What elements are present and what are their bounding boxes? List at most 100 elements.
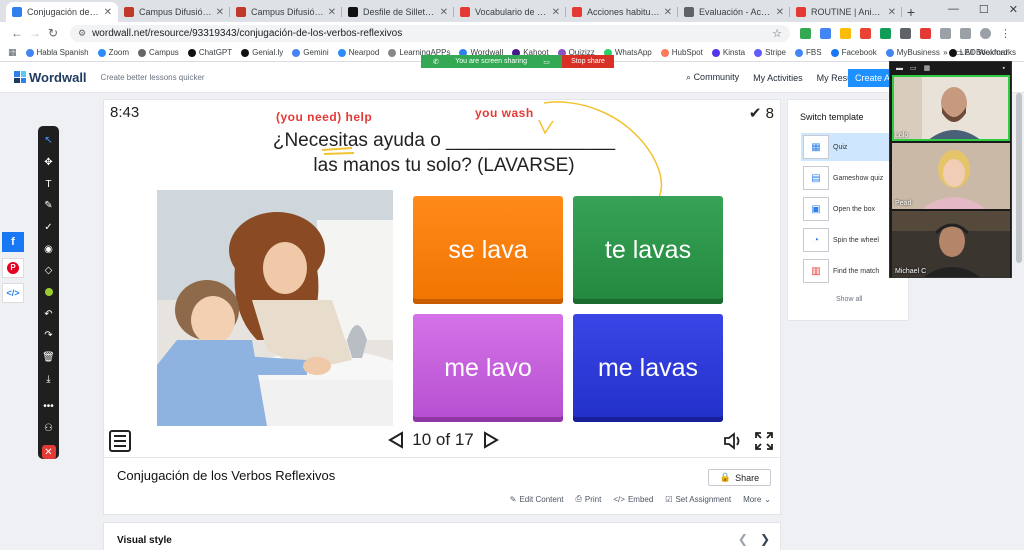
embed-link[interactable]: </> Embed <box>613 494 653 504</box>
close-icon[interactable]: ✕ <box>1009 3 1018 16</box>
browser-tab[interactable]: Campus Difusión | Cours ✕ <box>230 2 342 22</box>
redo-icon[interactable]: ↷ <box>40 325 57 347</box>
extension-icon[interactable] <box>820 27 831 39</box>
fullscreen-button[interactable] <box>754 431 774 454</box>
chevron-right-icon[interactable]: ❯ <box>760 532 770 546</box>
profile-avatar[interactable] <box>980 27 991 39</box>
browser-tab[interactable]: Campus Difusión | Cours ✕ <box>118 2 230 22</box>
answer-option-3[interactable]: me lavo <box>413 314 563 422</box>
bookmark-item[interactable]: MyBusiness <box>885 48 940 57</box>
browser-tab[interactable]: Desfile de Silleteros: Lo M ✕ <box>342 2 454 22</box>
bookmark-star-icon[interactable]: ☆ <box>772 27 782 40</box>
close-tab-icon[interactable]: ✕ <box>104 7 112 18</box>
bookmark-item[interactable]: Genial.ly <box>241 48 283 57</box>
new-tab-button[interactable]: + <box>902 2 920 22</box>
page-scrollbar[interactable] <box>1016 93 1022 550</box>
bookmark-item[interactable]: Stripe <box>754 48 786 57</box>
close-toolbar-icon[interactable]: ✕ <box>41 445 56 459</box>
drive-extension-icon[interactable] <box>800 27 811 39</box>
edit-content-link[interactable]: ✎ Edit Content <box>510 494 564 504</box>
extension-icon[interactable] <box>860 27 871 39</box>
close-tab-icon[interactable]: ✕ <box>888 7 896 18</box>
color-picker-icon[interactable] <box>40 282 57 304</box>
share-button[interactable]: 🔒 Share <box>708 469 771 486</box>
bookmark-item[interactable]: Facebook <box>830 48 877 57</box>
move-tool-icon[interactable]: ✥ <box>40 152 57 174</box>
close-tab-icon[interactable]: ✕ <box>440 7 448 18</box>
user-tool-icon[interactable]: ⚇ <box>40 418 57 440</box>
close-tab-icon[interactable]: ✕ <box>328 7 336 18</box>
eraser-tool-icon[interactable]: ◇ <box>40 260 57 282</box>
bookmark-item[interactable]: Nearpod <box>337 48 379 57</box>
bookmark-item[interactable]: ChatGPT <box>187 48 232 57</box>
show-all-link[interactable]: Show all <box>836 296 862 303</box>
previous-question-button[interactable] <box>387 431 404 449</box>
check-tool-icon[interactable]: ✓ <box>40 217 57 239</box>
bookmark-item[interactable]: Habla Spanish <box>25 48 89 57</box>
browser-tab[interactable]: Acciones habituales con M ✕ <box>566 2 678 22</box>
browser-tab[interactable]: Vocabulario de las accione ✕ <box>454 2 566 22</box>
close-tab-icon[interactable]: ✕ <box>552 7 560 18</box>
minimize-icon[interactable]: — <box>948 3 959 16</box>
browser-menu-icon[interactable]: ⋮ <box>1000 27 1011 40</box>
delete-tool-icon[interactable]: 🗑 <box>40 347 57 369</box>
grid-view-icon[interactable]: ▦ <box>924 64 931 72</box>
scrollbar-thumb[interactable] <box>1016 93 1022 263</box>
undo-icon[interactable]: ↶ <box>40 303 57 325</box>
more-tools-icon[interactable]: ••• <box>40 396 57 418</box>
participant-tile[interactable]: Michael C <box>892 211 1010 277</box>
participant-tile[interactable]: Pearl <box>892 143 1010 209</box>
extension-icon[interactable] <box>880 27 891 39</box>
all-bookmarks-folder[interactable]: ▭ All Bookmarks <box>956 48 1016 57</box>
apps-grid-icon[interactable]: ▦ <box>8 47 17 58</box>
puzzle-icon[interactable] <box>900 27 911 39</box>
answer-option-1[interactable]: se lava <box>413 196 563 304</box>
pointer-tool-icon[interactable]: ↖ <box>40 130 57 152</box>
bookmark-item[interactable]: HubSpot <box>660 48 703 57</box>
nav-community[interactable]: ⌕ Community <box>686 72 739 83</box>
browser-tab[interactable]: ROUTINE | Animation sho ✕ <box>790 2 902 22</box>
bookmark-item[interactable]: Kinsta <box>711 48 745 57</box>
spotlight-tool-icon[interactable]: ◉ <box>40 238 57 260</box>
facebook-share-button[interactable]: f <box>2 232 24 252</box>
pen-tool-icon[interactable]: ✎ <box>40 195 57 217</box>
screen-icon[interactable]: ▭ <box>543 58 550 66</box>
browser-tab[interactable]: Evaluación - Acciones habi ✕ <box>678 2 790 22</box>
url-input[interactable]: ⚙ wordwall.net/resource/93319343/conjuga… <box>70 24 790 42</box>
save-tool-icon[interactable]: ⤓ <box>40 368 57 390</box>
set-assignment-link[interactable]: ☑ Set Assignment <box>665 494 731 504</box>
nav-my-activities[interactable]: My Activities <box>753 73 803 83</box>
embed-share-button[interactable]: </> <box>2 283 24 303</box>
close-tab-icon[interactable]: ✕ <box>664 7 672 18</box>
pin-icon[interactable]: ▪ <box>1003 65 1005 72</box>
collapse-icon[interactable]: ▬ <box>896 65 903 72</box>
bookmarks-overflow-button[interactable]: » <box>943 48 947 57</box>
game-menu-button[interactable] <box>109 430 131 452</box>
answer-option-2[interactable]: te lavas <box>573 196 723 304</box>
close-tab-icon[interactable]: ✕ <box>776 7 784 18</box>
stop-share-button[interactable]: Stop share <box>562 55 614 68</box>
layout-icon[interactable]: ▭ <box>910 64 917 72</box>
more-dropdown[interactable]: More ⌄ <box>743 494 771 504</box>
sound-toggle[interactable] <box>723 432 743 453</box>
download-icon[interactable] <box>960 27 971 39</box>
trash-extension-icon[interactable] <box>940 27 951 39</box>
bookmark-item[interactable]: Campus <box>138 48 179 57</box>
reload-icon[interactable]: ↻ <box>44 26 62 40</box>
browser-tab[interactable]: Conjugación de los Verbos ✕ <box>6 2 118 22</box>
next-question-button[interactable] <box>482 431 499 449</box>
bookmark-item[interactable]: Zoom <box>97 48 129 57</box>
site-info-icon[interactable]: ⚙ <box>78 28 86 39</box>
bookmark-item[interactable]: Gemini <box>292 48 329 57</box>
forward-arrow-icon[interactable]: → <box>26 26 44 40</box>
record-extension-icon[interactable] <box>920 27 931 39</box>
chevron-left-icon[interactable]: ❮ <box>738 532 748 546</box>
text-tool-icon[interactable]: T <box>40 173 57 195</box>
answer-option-4[interactable]: me lavas <box>573 314 723 422</box>
back-arrow-icon[interactable]: ← <box>8 26 26 40</box>
bookmark-item[interactable]: FBS <box>795 48 822 57</box>
participant-tile[interactable]: Lolo <box>892 75 1010 141</box>
close-tab-icon[interactable]: ✕ <box>216 7 224 18</box>
wordwall-logo[interactable]: Wordwall <box>14 70 87 85</box>
pinterest-share-button[interactable]: P <box>2 258 24 278</box>
